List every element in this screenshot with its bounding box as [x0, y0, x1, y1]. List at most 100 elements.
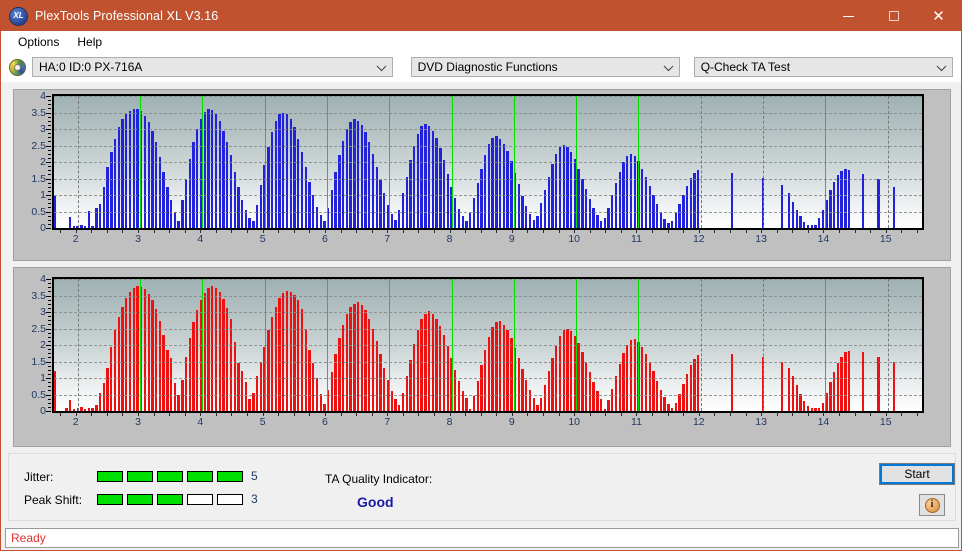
chart-bar: [323, 220, 326, 228]
chart-bar: [106, 368, 109, 411]
y-axis-minor-tick: [48, 157, 51, 159]
x-axis-label: 12: [692, 233, 705, 245]
chart-bar: [69, 217, 72, 228]
chart-bar: [248, 218, 251, 228]
grid-line: [54, 279, 922, 280]
chart-bar: [693, 358, 696, 411]
y-axis-minor-tick: [48, 112, 51, 114]
chart-bar: [536, 216, 539, 228]
chart-bar: [570, 331, 573, 411]
x-axis-tick: [652, 229, 654, 233]
x-axis-tick: [854, 412, 856, 416]
drive-select[interactable]: HA:0 ID:0 PX-716A: [32, 57, 393, 77]
chart-bar: [693, 172, 696, 228]
chart-bar: [207, 288, 210, 411]
function-select-value: DVD Diagnostic Functions: [417, 60, 558, 74]
x-axis-label: 13: [755, 233, 767, 245]
zone-marker: [326, 96, 328, 228]
chart-bar: [162, 335, 165, 411]
chart-bar: [132, 288, 135, 411]
y-axis-minor-tick: [48, 211, 51, 213]
meter-segment: [97, 494, 123, 505]
chart-bar: [629, 340, 633, 411]
minimize-icon[interactable]: [826, 1, 871, 31]
grid-line: [54, 178, 922, 180]
x-axis-tick: [122, 412, 124, 416]
grid-line: [77, 279, 79, 411]
x-axis-tick: [262, 412, 264, 416]
menu-item-help[interactable]: Help: [68, 34, 111, 50]
chart-bar: [670, 220, 674, 228]
chart-bar: [532, 397, 535, 411]
zone-marker: [139, 279, 141, 411]
chart-bar: [155, 309, 158, 411]
x-axis-tick: [885, 412, 887, 416]
test-select[interactable]: Q-Check TA Test: [693, 57, 953, 77]
chart-bar: [412, 145, 416, 228]
jitter-chart-plot: [52, 94, 924, 230]
x-axis-tick: [574, 229, 576, 233]
function-select[interactable]: DVD Diagnostic Functions: [410, 57, 680, 77]
y-axis-minor-tick: [48, 141, 51, 143]
x-axis-tick: [60, 412, 62, 416]
jitter-chart-y-axis: 4 3.5 3 2.5 2 1.5 1 0.5 0: [14, 90, 51, 260]
chart-bar: [659, 212, 663, 228]
chart-bar: [371, 329, 375, 411]
y-axis-label: 0.5: [31, 388, 46, 401]
y-axis-minor-tick: [48, 207, 51, 209]
x-axis-tick: [511, 229, 513, 233]
chart-bar: [368, 142, 371, 228]
chart-bar: [596, 215, 599, 228]
info-button[interactable]: i: [919, 494, 945, 516]
x-axis-label: 9: [508, 233, 515, 245]
chart-bar: [892, 362, 896, 411]
maximize-icon[interactable]: [871, 1, 916, 31]
y-axis-minor-tick: [48, 303, 51, 305]
x-axis-tick: [714, 229, 716, 233]
chart-bar: [282, 292, 285, 411]
x-axis-tick: [854, 229, 856, 233]
y-axis-minor-tick: [48, 332, 51, 334]
chart-bar: [315, 206, 319, 228]
meter-segment: [217, 494, 243, 505]
chart-bar: [158, 157, 162, 228]
chart-bar: [158, 321, 162, 411]
y-axis-minor-tick: [48, 129, 51, 130]
chart-bar: [132, 108, 135, 228]
chart-bar: [338, 338, 341, 411]
grid-line: [54, 328, 922, 330]
chart-bar: [795, 209, 798, 228]
close-icon[interactable]: ✕: [916, 1, 961, 31]
chart-bar: [334, 171, 337, 228]
grid-line: [54, 112, 922, 114]
x-axis-tick: [137, 229, 139, 233]
x-axis-tick: [776, 229, 778, 233]
start-button[interactable]: Start: [879, 463, 955, 485]
y-axis-minor-tick: [48, 324, 51, 326]
chart-bar: [502, 324, 506, 411]
x-axis-tick: [387, 229, 389, 233]
x-axis-label: 13: [755, 416, 767, 428]
chart-bar: [648, 185, 651, 228]
x-axis-tick: [340, 229, 342, 233]
x-axis-tick: [729, 412, 731, 416]
chart-bar: [166, 186, 169, 228]
peakshift-chart-panel: 4 3.5 3 2.5 2 1.5 1 0.5 0 2 3 4 5 6 7 8 9 10 11 12 13 14 15: [13, 267, 951, 447]
x-axis-tick: [153, 412, 155, 416]
chart-bar: [656, 380, 659, 411]
chart-bar: [368, 318, 371, 411]
menu-item-options[interactable]: Options: [9, 34, 68, 50]
chart-bar: [633, 339, 636, 411]
x-axis-tick: [247, 229, 249, 233]
chart-bar: [528, 389, 532, 411]
info-glyph: i: [930, 499, 934, 510]
x-axis-tick: [278, 412, 280, 416]
y-axis-label: 2.5: [31, 139, 46, 152]
y-axis-minor-tick: [48, 411, 51, 412]
chart-bar: [214, 288, 218, 411]
y-axis-minor-tick: [48, 382, 51, 384]
chart-bar: [439, 325, 442, 411]
status-text: Ready: [11, 531, 46, 545]
chart-bar: [427, 125, 431, 228]
x-axis-tick: [527, 229, 529, 233]
